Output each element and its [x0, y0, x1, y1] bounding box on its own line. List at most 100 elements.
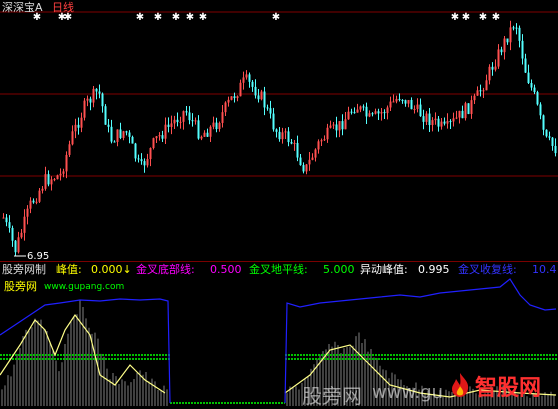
candle-body: [332, 124, 335, 126]
candle-body: [263, 91, 266, 108]
candle-body: [341, 121, 344, 130]
candle-body: [431, 120, 434, 126]
candle-body: [248, 74, 251, 82]
candle-body: [443, 121, 446, 124]
candle-body: [65, 154, 68, 172]
candle-body: [8, 222, 11, 228]
watermark-left: 股旁网: [302, 384, 362, 408]
candle-body: [50, 179, 53, 185]
candle-body: [200, 136, 203, 139]
candle-body: [68, 144, 71, 155]
candle-body: [467, 103, 470, 114]
candle-body: [452, 118, 455, 122]
candle-body: [515, 27, 518, 29]
candle-body: [365, 106, 368, 117]
candle-body: [29, 200, 32, 209]
candle-body: [359, 106, 362, 110]
candle-body: [461, 110, 464, 119]
candle-body: [353, 112, 356, 114]
candle-body: [383, 112, 386, 114]
candle-body: [83, 100, 86, 118]
watermark-right: 智股网: [475, 376, 542, 401]
candle-body: [284, 131, 287, 133]
candle-body: [314, 149, 317, 158]
candle-body: [491, 66, 494, 70]
candle-body: [143, 161, 146, 166]
candle-body: [197, 120, 200, 139]
candle-body: [422, 116, 425, 122]
candle-body: [500, 49, 503, 53]
candle-body: [230, 96, 233, 100]
candle-body: [485, 80, 488, 91]
candle-body: [32, 200, 35, 203]
candle-body: [338, 121, 341, 131]
candle-body: [482, 90, 485, 92]
candle-body: [233, 96, 236, 99]
candle-body: [53, 179, 56, 181]
candle-body: [464, 103, 467, 119]
candle-body: [134, 143, 137, 159]
candle-body: [437, 118, 440, 127]
candle-body: [311, 157, 314, 160]
candle-body: [218, 122, 221, 130]
candle-body: [533, 87, 536, 93]
candle-body: [17, 237, 20, 253]
candle-body: [293, 142, 296, 144]
candle-body: [110, 126, 113, 142]
candle-body: [401, 99, 404, 101]
candle-body: [308, 159, 311, 165]
candle-body: [224, 102, 227, 113]
candle-body: [125, 131, 128, 133]
candle-body: [542, 115, 545, 130]
candle-body: [260, 91, 263, 100]
candle-body: [449, 121, 452, 123]
candle-body: [317, 141, 320, 150]
candle-body: [86, 98, 89, 101]
candlestick-chart[interactable]: ✱ ✱✱ ✱ ✱ ✱ ✱ ✱ ✱ ✱ ✱ ✱ ✱: [0, 0, 558, 260]
candle-body: [188, 112, 191, 121]
candle-body: [77, 124, 80, 128]
candle-body: [221, 112, 224, 123]
candle-body: [272, 113, 275, 130]
candle-body: [74, 124, 77, 132]
candle-body: [398, 98, 401, 100]
candle-body: [11, 227, 14, 241]
candle-body: [335, 124, 338, 131]
candle-body: [95, 88, 98, 92]
candle-body: [518, 27, 521, 41]
candle-body: [227, 99, 230, 103]
candle-body: [158, 135, 161, 137]
candle-body: [470, 100, 473, 114]
candle-body: [71, 131, 74, 145]
candle-body: [47, 174, 50, 185]
candle-body: [62, 171, 65, 174]
candle-body: [362, 106, 365, 108]
candle-body: [497, 49, 500, 67]
candle-body: [416, 104, 419, 109]
period-label[interactable]: 日线: [52, 1, 74, 14]
candle-body: [344, 119, 347, 130]
candle-body: [488, 66, 491, 81]
candle-body: [512, 27, 515, 29]
candle-body: [203, 132, 206, 137]
candle-body: [107, 124, 110, 127]
candle-body: [266, 107, 269, 109]
candle-body: [455, 117, 458, 119]
candle-body: [539, 104, 542, 116]
candle-body: [2, 217, 5, 219]
candle-body: [176, 119, 179, 123]
candle-body: [347, 111, 350, 120]
candle-body: [179, 121, 182, 123]
candle-body: [269, 108, 272, 114]
candle-body: [410, 99, 413, 110]
candle-body: [212, 122, 215, 127]
candle-body: [155, 136, 158, 139]
flame-logo-icon: [447, 372, 473, 398]
watermark-url: www.gu: [372, 382, 444, 403]
candle-body: [59, 173, 62, 176]
candle-body: [14, 240, 17, 253]
stock-name[interactable]: 深深宝A: [2, 1, 43, 14]
candle-body: [536, 92, 539, 105]
candle-body: [419, 104, 422, 117]
candle-body: [254, 86, 257, 96]
